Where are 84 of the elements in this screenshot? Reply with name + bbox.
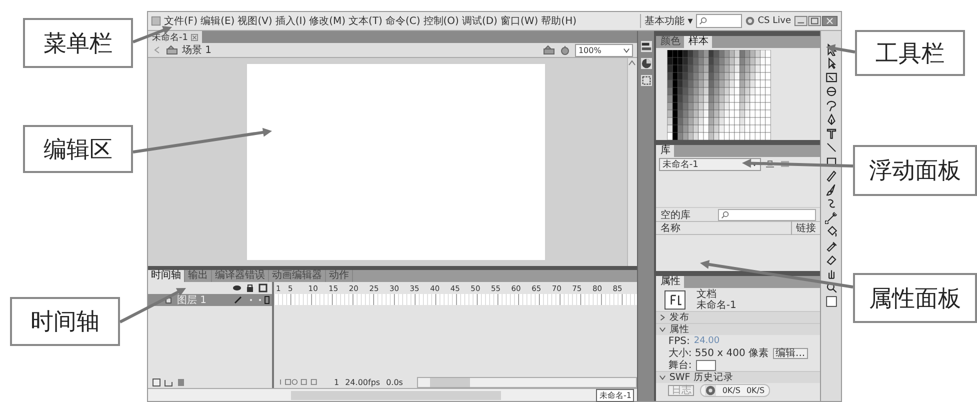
fps-label: FPS: bbox=[668, 336, 690, 346]
library-search-field[interactable] bbox=[718, 208, 816, 220]
menu-item[interactable]: 文本(T) bbox=[348, 14, 382, 28]
document-type: 文档 bbox=[696, 288, 716, 300]
document-scrollbar[interactable]: 未命名-1 bbox=[148, 388, 638, 401]
callout-label: 浮动面板 bbox=[853, 145, 977, 196]
callout-label: 时间轴 bbox=[10, 297, 120, 346]
column-header[interactable]: 链接 bbox=[791, 221, 816, 235]
line-icon[interactable] bbox=[824, 141, 838, 154]
callout-label: 菜单栏 bbox=[23, 18, 133, 68]
eye-icon[interactable] bbox=[232, 283, 242, 293]
menu-item[interactable]: 控制(O) bbox=[423, 14, 459, 28]
menu-item[interactable]: 插入(I) bbox=[275, 14, 306, 28]
paint-bucket-icon[interactable] bbox=[824, 225, 838, 238]
section-header[interactable]: SWF 历史记录 bbox=[656, 371, 820, 383]
outline-icon[interactable] bbox=[258, 283, 268, 293]
rotation-icon[interactable] bbox=[824, 85, 838, 98]
caret-icon bbox=[623, 46, 630, 54]
frame-strip[interactable] bbox=[274, 294, 638, 305]
text-icon[interactable] bbox=[824, 127, 838, 140]
panel-tab[interactable]: 时间轴 bbox=[148, 270, 185, 282]
menu-item[interactable]: 窗口(W) bbox=[500, 14, 538, 28]
callout-label: 属性面板 bbox=[853, 273, 977, 323]
menu-item[interactable]: 修改(M) bbox=[309, 14, 346, 28]
color-wheel-icon[interactable] bbox=[640, 58, 652, 69]
panel-tab[interactable]: 样本 bbox=[684, 36, 712, 48]
section-header[interactable]: 发布 bbox=[656, 311, 820, 323]
callout-arrow bbox=[119, 288, 186, 324]
library-status: 空的库 bbox=[660, 208, 692, 222]
eraser-icon[interactable] bbox=[824, 253, 838, 266]
panel-tab[interactable]: 颜色 bbox=[656, 36, 684, 48]
pencil-icon bbox=[233, 295, 243, 305]
section-header[interactable]: 属性 bbox=[656, 323, 820, 335]
elapsed-time: 0.0s bbox=[386, 378, 403, 386]
scene-label[interactable]: 场景 1 bbox=[182, 43, 212, 57]
document-tab[interactable]: 未命名-1 bbox=[596, 388, 634, 402]
document-dropdown[interactable]: 未命名-1 bbox=[659, 158, 762, 170]
zoom-dropdown[interactable]: 100% bbox=[575, 44, 634, 56]
panel-title: 属性 bbox=[656, 276, 684, 288]
swf-history-bar: 0K/S 0K/S bbox=[700, 384, 770, 396]
layer-icon bbox=[164, 295, 174, 305]
edit-scene-icon[interactable] bbox=[543, 45, 556, 55]
search-icon bbox=[698, 17, 707, 25]
app-icon bbox=[151, 16, 161, 26]
menu-item[interactable]: 编辑(E) bbox=[200, 14, 235, 28]
lock-icon[interactable] bbox=[245, 283, 255, 293]
menu-item[interactable]: 视图(V) bbox=[238, 14, 272, 28]
stage-size: 大小: 550 x 400 像素 bbox=[668, 348, 769, 358]
scroll-up-icon[interactable] bbox=[628, 60, 636, 66]
eyedropper-icon[interactable] bbox=[824, 239, 838, 252]
search-field[interactable] bbox=[696, 14, 742, 28]
document-icon bbox=[664, 290, 686, 310]
document-name: 未命名-1 bbox=[696, 300, 736, 310]
current-frame: 1 bbox=[334, 378, 340, 386]
transform-icon[interactable] bbox=[824, 71, 838, 84]
stroke-color-icon[interactable] bbox=[824, 295, 838, 308]
callout-arrow bbox=[826, 44, 856, 54]
callout-label: 工具栏 bbox=[855, 30, 965, 76]
callout-arrow bbox=[132, 26, 172, 44]
edit-button[interactable]: 编辑... bbox=[772, 348, 808, 358]
window-controls-icon[interactable] bbox=[794, 15, 838, 27]
search-icon bbox=[721, 210, 730, 218]
vertical-scrollbar[interactable] bbox=[627, 58, 638, 266]
callout-label: 编辑区 bbox=[23, 125, 133, 173]
menu-item[interactable]: 调试(D) bbox=[462, 14, 498, 28]
menu-item[interactable]: 帮助(H) bbox=[541, 14, 576, 28]
stage-color-swatch[interactable] bbox=[696, 360, 716, 370]
menu-item[interactable]: 命令(C) bbox=[385, 14, 420, 28]
pencil-icon[interactable] bbox=[824, 169, 838, 182]
transform-panel-icon[interactable] bbox=[640, 75, 652, 86]
brush-icon[interactable] bbox=[824, 183, 838, 196]
close-icon[interactable] bbox=[190, 34, 198, 40]
column-header[interactable]: 名称 bbox=[660, 221, 680, 235]
menu-item[interactable]: 文件(F) bbox=[164, 14, 198, 28]
workspace-switcher[interactable]: 基本功能 ▾ bbox=[640, 14, 693, 28]
align-icon[interactable] bbox=[640, 41, 652, 52]
horizontal-scrollbar[interactable] bbox=[416, 376, 638, 388]
frame-rate: 24.00fps bbox=[345, 378, 380, 386]
panel-title: 库 bbox=[656, 145, 674, 157]
pen-icon[interactable] bbox=[824, 113, 838, 126]
lasso-icon[interactable] bbox=[824, 99, 838, 112]
stage-color-label: 舞台: bbox=[668, 360, 692, 370]
cs-live-link[interactable]: CS Live bbox=[758, 16, 791, 26]
selection-arrow-icon[interactable] bbox=[824, 43, 838, 56]
